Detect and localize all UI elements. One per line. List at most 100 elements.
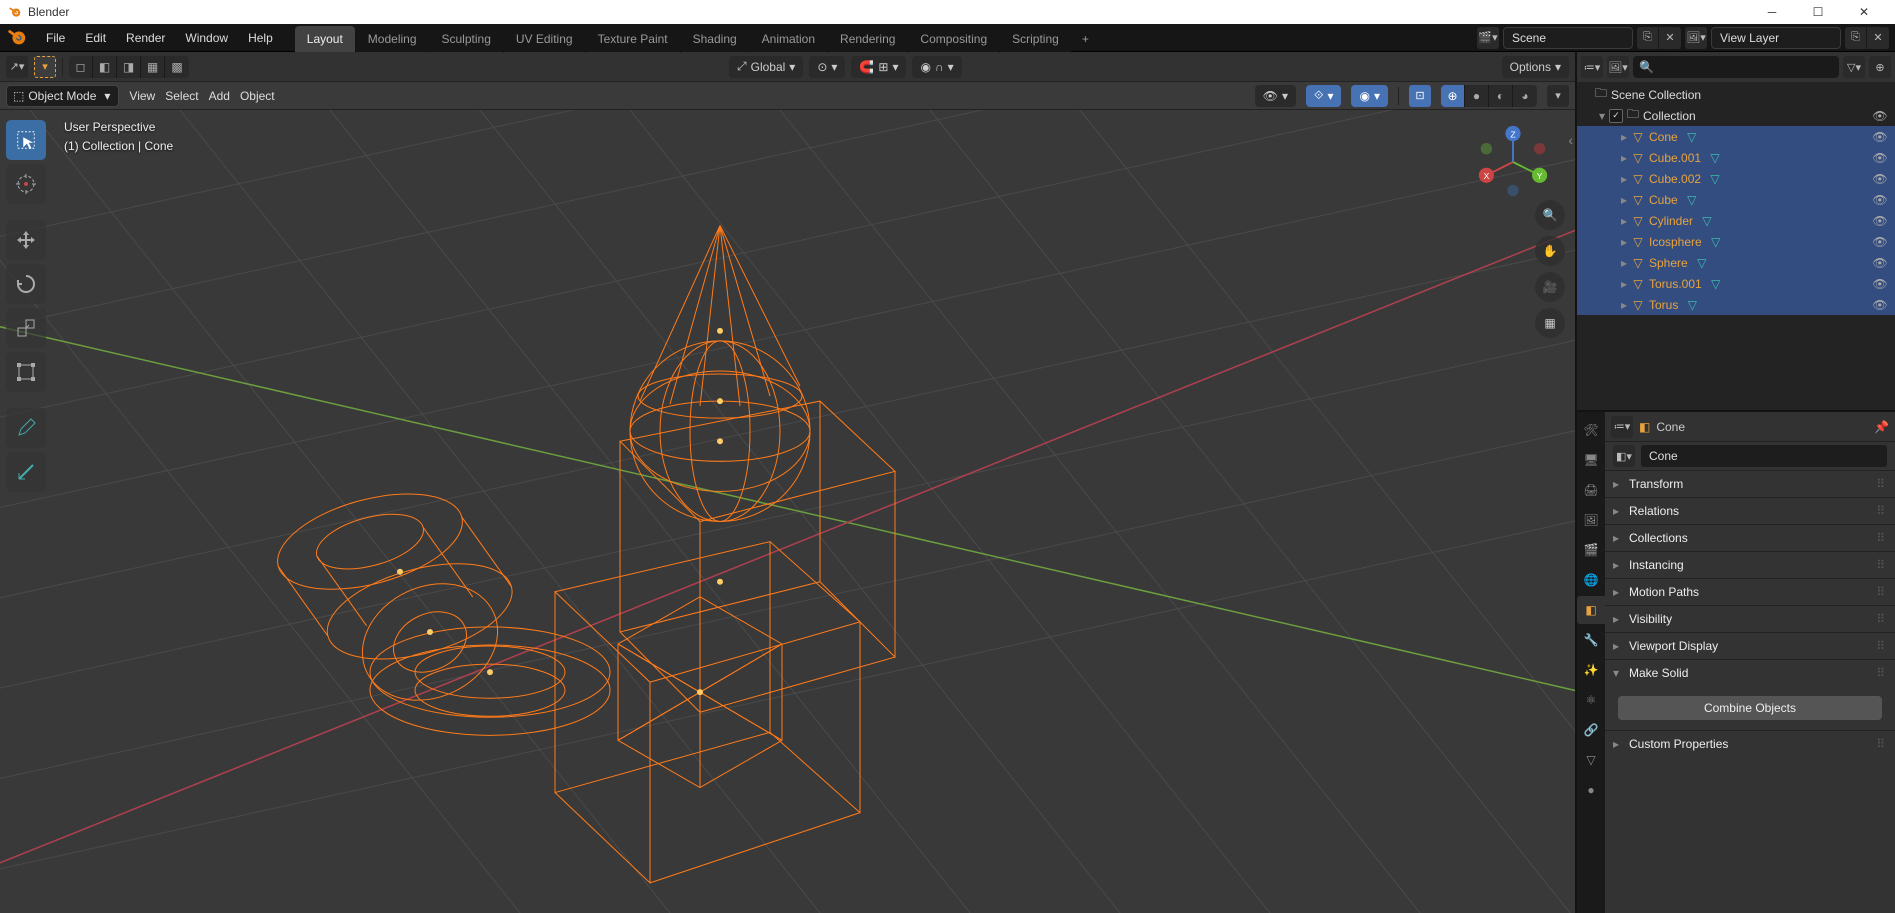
combine-objects-button[interactable]: Combine Objects (1618, 696, 1883, 720)
tab-compositing[interactable]: Compositing (908, 26, 999, 52)
tab-shading[interactable]: Shading (681, 26, 749, 52)
viewport-menu-select[interactable]: Select (165, 89, 198, 103)
tree-scene-collection[interactable]: 🗀 Scene Collection (1577, 84, 1895, 105)
outliner-tree[interactable]: 🗀 Scene Collection ▾ ✓ 🗀 Collection 👁 ▸ … (1577, 82, 1895, 410)
panel-relations[interactable]: ▸Relations⠿ (1605, 498, 1895, 524)
tool-select-box[interactable] (6, 120, 46, 160)
eye-icon[interactable]: 👁 (1871, 235, 1889, 249)
panel-viewport-display[interactable]: ▸Viewport Display⠿ (1605, 633, 1895, 659)
tree-item[interactable]: ▸ ▽ Icosphere ▽ 👁 (1577, 231, 1895, 252)
delete-scene-button[interactable]: ✕ (1659, 27, 1681, 49)
gizmo-toggle[interactable]: ⟐▾ (1306, 85, 1342, 107)
tab-texture-paint[interactable]: Texture Paint (586, 26, 680, 52)
scene-name-input[interactable]: Scene (1503, 27, 1633, 49)
panel-custom-properties[interactable]: ▸Custom Properties⠿ (1605, 731, 1895, 757)
object-datablock-icon[interactable]: ◧▾ (1613, 445, 1635, 467)
tree-item[interactable]: ▸ ▽ Cube ▽ 👁 (1577, 189, 1895, 210)
tool-measure[interactable] (6, 452, 46, 492)
eye-icon[interactable]: 👁 (1871, 298, 1889, 312)
panel-transform[interactable]: ▸Transform⠿ (1605, 471, 1895, 497)
tab-layout[interactable]: Layout (295, 26, 355, 52)
tool-transform[interactable] (6, 352, 46, 392)
eye-icon[interactable]: 👁 (1871, 277, 1889, 291)
prop-tab-particles[interactable]: ✨ (1577, 656, 1605, 684)
pan-button[interactable]: ✋ (1535, 236, 1565, 266)
perspective-toggle-button[interactable]: ▦ (1535, 308, 1565, 338)
eye-icon[interactable]: 👁 (1871, 151, 1889, 165)
window-minimize-button[interactable]: ─ (1749, 0, 1795, 24)
outliner-new-collection-button[interactable]: ⊕ (1869, 56, 1891, 78)
prop-tab-viewlayer[interactable]: 🖼 (1577, 506, 1605, 534)
tab-animation[interactable]: Animation (750, 26, 827, 52)
tool-cursor[interactable] (6, 164, 46, 204)
outliner-search-input[interactable]: 🔍 (1633, 56, 1839, 78)
eye-icon[interactable]: 👁 (1871, 214, 1889, 228)
eye-icon[interactable]: 👁 (1871, 193, 1889, 207)
menu-file[interactable]: File (36, 24, 75, 52)
disclosure-triangle-icon[interactable]: ▾ (1595, 109, 1609, 123)
select-box-icon[interactable]: ▾ (34, 56, 56, 78)
prop-tab-scene[interactable]: 🎬 (1577, 536, 1605, 564)
tab-uv-editing[interactable]: UV Editing (504, 26, 585, 52)
outliner-view-icon[interactable]: 🖼▾ (1607, 56, 1629, 78)
prop-tab-object[interactable]: ◧ (1577, 596, 1605, 624)
shading-rendered-button[interactable]: ◕ (1513, 85, 1537, 107)
tree-item[interactable]: ▸ ▽ Cube.001 ▽ 👁 (1577, 147, 1895, 168)
eye-icon[interactable]: 👁 (1871, 109, 1889, 123)
navigation-gizmo[interactable]: X Y Z (1475, 124, 1551, 200)
viewport-menu-object[interactable]: Object (240, 89, 275, 103)
pivot-point-dropdown[interactable]: ⊙▾ (809, 56, 845, 78)
visibility-dropdown[interactable]: 👁▾ (1255, 85, 1296, 107)
panel-visibility[interactable]: ▸Visibility⠿ (1605, 606, 1895, 632)
prop-tab-world[interactable]: 🌐 (1577, 566, 1605, 594)
prop-tab-data[interactable]: ▽ (1577, 746, 1605, 774)
object-name-input[interactable]: Cone (1641, 445, 1887, 467)
proportional-edit-dropdown[interactable]: ◉∩▾ (912, 56, 961, 78)
panel-collections[interactable]: ▸Collections⠿ (1605, 525, 1895, 551)
tool-settings-icon[interactable]: ↗▾ (6, 56, 28, 78)
panel-make-solid[interactable]: ▾Make Solid⠿ (1605, 660, 1895, 686)
shading-wireframe-button[interactable]: ⊕ (1441, 85, 1465, 107)
tool-move[interactable] (6, 220, 46, 260)
panel-instancing[interactable]: ▸Instancing⠿ (1605, 552, 1895, 578)
tab-sculpting[interactable]: Sculpting (430, 26, 503, 52)
prop-tab-output[interactable]: 🖨 (1577, 476, 1605, 504)
transform-orientation-dropdown[interactable]: ⤢ Global ▾ (729, 56, 803, 78)
scene-browse-icon[interactable]: 🎬▾ (1477, 27, 1499, 49)
menu-window[interactable]: Window (175, 24, 238, 52)
3d-viewport[interactable]: User Perspective (1) Collection | Cone (0, 110, 1575, 913)
viewport-menu-add[interactable]: Add (209, 89, 230, 103)
menu-help[interactable]: Help (238, 24, 283, 52)
drag-action-group[interactable]: ◻◧◨▦▩ (69, 56, 189, 78)
tool-scale[interactable] (6, 308, 46, 348)
prop-tab-material[interactable]: ● (1577, 776, 1605, 804)
tree-collection[interactable]: ▾ ✓ 🗀 Collection 👁 (1577, 105, 1895, 126)
outliner-display-mode[interactable]: ≔▾ (1581, 56, 1603, 78)
tab-rendering[interactable]: Rendering (828, 26, 907, 52)
zoom-button[interactable]: 🔍 (1535, 200, 1565, 230)
eye-icon[interactable]: 👁 (1871, 130, 1889, 144)
viewlayer-browse-icon[interactable]: 🖼▾ (1685, 27, 1707, 49)
xray-toggle[interactable]: ⊡ (1409, 85, 1431, 107)
window-close-button[interactable]: ✕ (1841, 0, 1887, 24)
tree-item[interactable]: ▸ ▽ Cube.002 ▽ 👁 (1577, 168, 1895, 189)
viewport-options-dropdown[interactable]: Options ▾ (1502, 56, 1569, 78)
add-workspace-button[interactable]: + (1072, 26, 1099, 52)
shading-material-button[interactable]: ◐ (1489, 85, 1513, 107)
tree-item[interactable]: ▸ ▽ Sphere ▽ 👁 (1577, 252, 1895, 273)
viewlayer-name-input[interactable]: View Layer (1711, 27, 1841, 49)
prop-tab-render[interactable]: 🖥 (1577, 446, 1605, 474)
prop-tab-modifiers[interactable]: 🔧 (1577, 626, 1605, 654)
menu-edit[interactable]: Edit (75, 24, 116, 52)
tab-scripting[interactable]: Scripting (1000, 26, 1071, 52)
tree-item[interactable]: ▸ ▽ Torus.001 ▽ 👁 (1577, 273, 1895, 294)
window-maximize-button[interactable]: ☐ (1795, 0, 1841, 24)
outliner-filter-button[interactable]: ▽▾ (1843, 56, 1865, 78)
eye-icon[interactable]: 👁 (1871, 172, 1889, 186)
prop-tab-physics[interactable]: ⚛ (1577, 686, 1605, 714)
tool-annotate[interactable] (6, 408, 46, 448)
shading-solid-button[interactable]: ● (1465, 85, 1489, 107)
eye-icon[interactable]: 👁 (1871, 256, 1889, 270)
sidebar-toggle-handle[interactable]: ‹ (1568, 132, 1573, 148)
tab-modeling[interactable]: Modeling (356, 26, 429, 52)
